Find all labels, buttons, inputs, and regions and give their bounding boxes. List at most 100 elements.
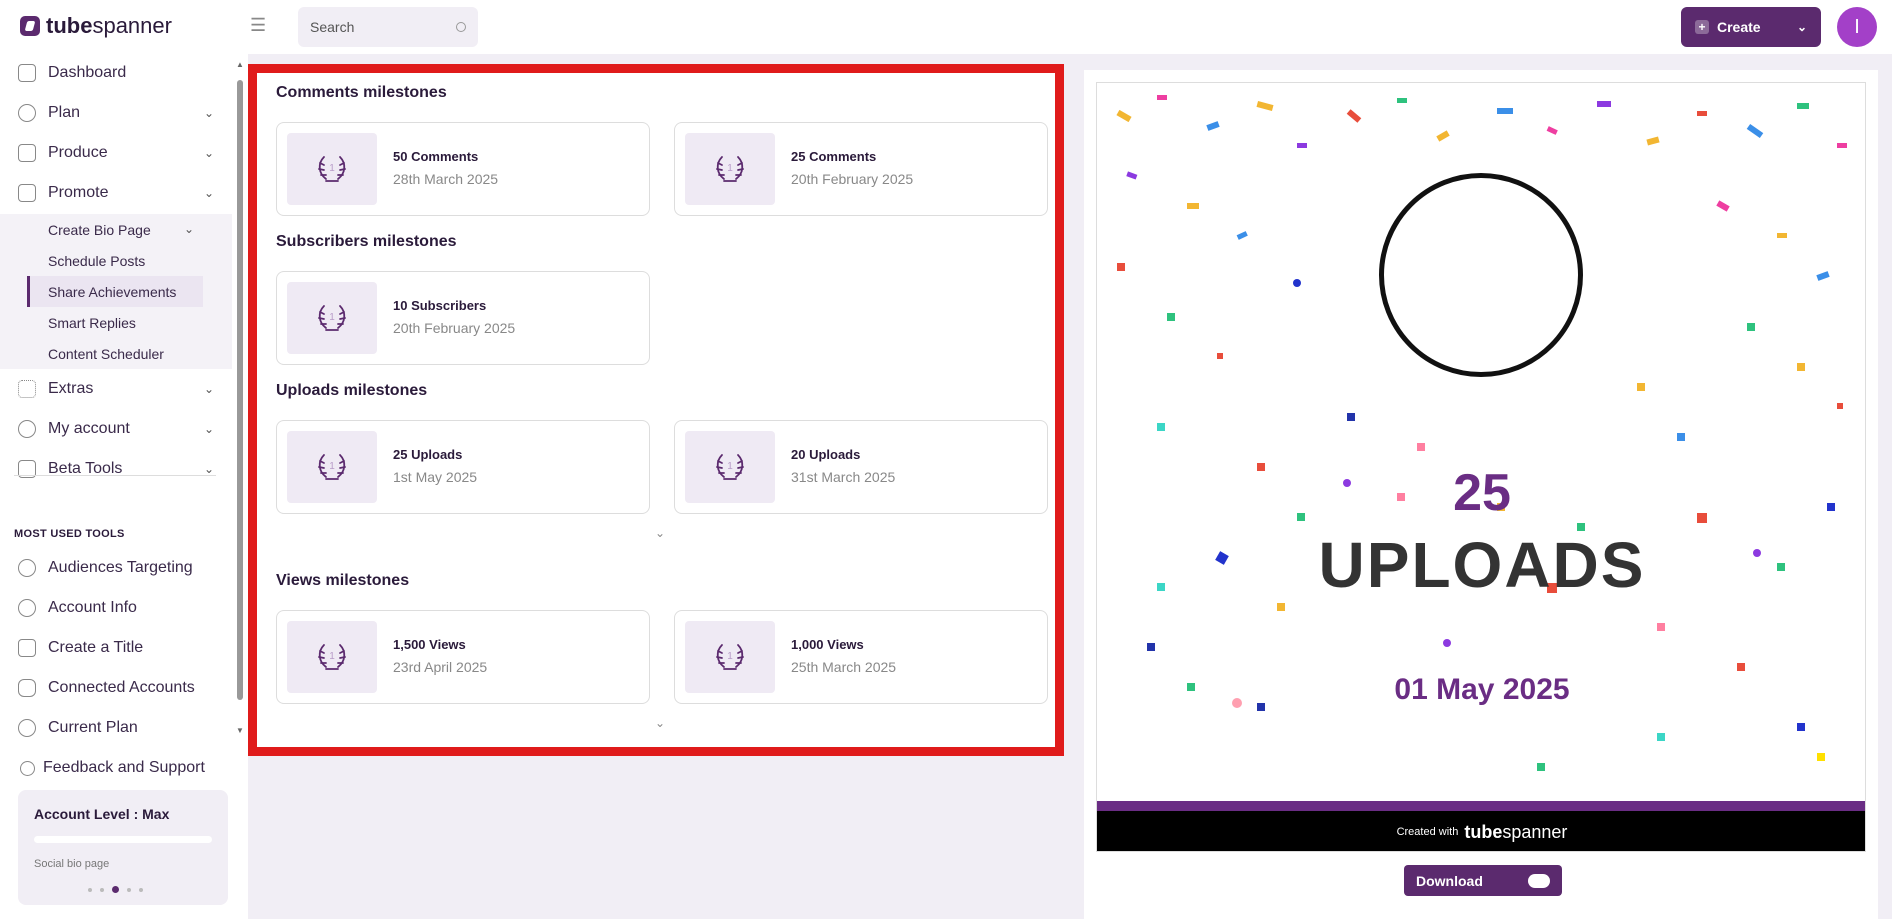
lightbulb-icon: [18, 104, 36, 122]
tool-label: Current Plan: [48, 719, 138, 736]
svg-text:1: 1: [727, 163, 733, 174]
laurel-icon: 1: [318, 644, 346, 670]
chevron-down-icon: ⌄: [203, 146, 214, 160]
svg-text:1: 1: [727, 651, 733, 662]
create-button[interactable]: + Create ⌄: [1681, 7, 1821, 47]
sidebar-item-share-achievements[interactable]: Share Achievements: [48, 284, 176, 300]
expand-chevron-icon[interactable]: ⌄: [655, 716, 665, 730]
milestone-thumbnail: 1: [685, 133, 775, 205]
sidebar: Dashboard Plan ⌄ Produce ⌄ Promote ⌄ Cre…: [0, 54, 232, 919]
carousel-dot[interactable]: [127, 887, 131, 892]
account-level-bar: [34, 836, 212, 843]
search-input[interactable]: Search: [298, 7, 478, 47]
logo-text: spanner: [92, 13, 172, 38]
tools-icon: [18, 144, 36, 162]
divider: [14, 475, 216, 476]
scroll-up-icon[interactable]: ▲: [236, 60, 244, 69]
cloud-download-icon: [1528, 873, 1550, 888]
sidebar-item-label: Extras: [48, 380, 94, 397]
sidebar-item-smart-replies[interactable]: Smart Replies: [48, 315, 136, 331]
avatar[interactable]: I: [1837, 7, 1877, 47]
tool-label: Feedback and Support: [43, 759, 205, 776]
comments-milestones-title: Comments milestones: [276, 84, 447, 101]
tool-connected-accounts[interactable]: Connected Accounts: [18, 672, 214, 704]
sidebar-item-label: Promote: [48, 184, 109, 201]
download-button[interactable]: Download: [1404, 865, 1562, 896]
tool-audiences-targeting[interactable]: Audiences Targeting: [18, 552, 214, 584]
achievement-preview-image: 25 UPLOADS 01 May 2025 Created with tube…: [1096, 82, 1866, 852]
sidebar-item-create-bio-page[interactable]: Create Bio Page ⌄: [48, 222, 194, 238]
milestone-title: 50 Comments: [393, 149, 479, 164]
youtube-icon: [18, 679, 36, 697]
milestone-card[interactable]: 1 50 Comments 28th March 2025: [276, 122, 650, 216]
milestone-date: 31st March 2025: [791, 469, 896, 485]
sidebar-item-dashboard[interactable]: Dashboard: [18, 57, 214, 89]
sidebar-item-label: My account: [48, 420, 130, 437]
help-icon: [20, 760, 35, 776]
sidebar-item-promote[interactable]: Promote ⌄: [18, 177, 214, 209]
sidebar-item-content-scheduler[interactable]: Content Scheduler: [48, 346, 164, 362]
tubespanner-logo[interactable]: tubespanner: [20, 13, 172, 39]
milestone-date: 25th March 2025: [791, 659, 897, 675]
sidebar-item-schedule-posts[interactable]: Schedule Posts: [48, 253, 145, 269]
tool-label: Create a Title: [48, 639, 144, 656]
milestone-card[interactable]: 1 25 Uploads 1st May 2025: [276, 420, 650, 514]
carousel-dot-active[interactable]: [112, 886, 119, 893]
milestone-card[interactable]: 1 25 Comments 20th February 2025: [674, 122, 1048, 216]
milestone-title: 1,000 Views: [791, 637, 864, 652]
carousel-dot[interactable]: [139, 887, 143, 892]
sidebar-scrollbar[interactable]: ▲ ▼: [236, 60, 244, 735]
preview-footer-strip: [1097, 801, 1865, 811]
svg-text:1: 1: [329, 461, 335, 472]
laurel-icon: 1: [716, 644, 744, 670]
milestone-card[interactable]: 1 10 Subscribers 20th February 2025: [276, 271, 650, 365]
tool-create-a-title[interactable]: Create a Title: [18, 632, 214, 664]
milestone-thumbnail: 1: [287, 133, 377, 205]
tool-feedback-and-support[interactable]: Feedback and Support: [20, 752, 216, 784]
views-milestones-title: Views milestones: [276, 572, 410, 589]
scroll-down-icon[interactable]: ▼: [236, 726, 244, 735]
preview-brand-logo: tubespanner: [1464, 822, 1567, 843]
top-bar: tubespanner ☰ Search + Create ⌄ I: [0, 0, 1892, 54]
create-button-label: Create: [1717, 19, 1761, 35]
milestone-card[interactable]: 1 1,500 Views 23rd April 2025: [276, 610, 650, 704]
download-button-label: Download: [1416, 872, 1483, 889]
milestone-title: 25 Comments: [791, 149, 877, 164]
sidebar-item-label: Produce: [48, 144, 108, 161]
sidebar-item-beta-tools[interactable]: Beta Tools ⌄: [18, 453, 214, 485]
target-icon: [18, 559, 36, 577]
brand-bold: tube: [1464, 821, 1503, 842]
sidebar-item-produce[interactable]: Produce ⌄: [18, 137, 214, 169]
account-level-card[interactable]: Account Level : Max Social bio page: [18, 790, 228, 905]
heading-icon: [18, 639, 36, 657]
milestone-title: 10 Subscribers: [393, 298, 487, 313]
svg-text:1: 1: [329, 651, 335, 662]
carousel-dots[interactable]: [88, 886, 143, 893]
carousel-dot[interactable]: [100, 887, 104, 892]
scrollbar-thumb[interactable]: [237, 80, 243, 700]
user-icon: [18, 420, 36, 438]
search-placeholder: Search: [310, 19, 355, 35]
chevron-up-icon: ⌄: [203, 186, 214, 200]
carousel-dot[interactable]: [88, 887, 92, 892]
sidebar-item-my-account[interactable]: My account ⌄: [18, 413, 214, 445]
tool-account-info[interactable]: Account Info: [18, 592, 214, 624]
hamburger-menu-icon[interactable]: ☰: [250, 16, 268, 34]
uploads-milestones-title: Uploads milestones: [276, 382, 428, 399]
expand-chevron-icon[interactable]: ⌄: [655, 526, 665, 540]
milestone-date: 1st May 2025: [393, 469, 478, 485]
sidebar-item-plan[interactable]: Plan ⌄: [18, 97, 214, 129]
user-icon: [18, 719, 36, 737]
most-used-heading: MOST USED TOOLS: [14, 528, 125, 540]
tool-current-plan[interactable]: Current Plan: [18, 712, 214, 744]
milestone-card[interactable]: 1 1,000 Views 25th March 2025: [674, 610, 1048, 704]
home-icon: [18, 64, 36, 82]
preview-milestone-label: UPLOADS: [1318, 529, 1646, 601]
milestone-date: 23rd April 2025: [393, 659, 488, 675]
laurel-icon: 1: [716, 156, 744, 182]
logo-mark-icon: [20, 16, 40, 36]
milestone-card[interactable]: 1 20 Uploads 31st March 2025: [674, 420, 1048, 514]
sidebar-item-extras[interactable]: Extras ⌄: [18, 373, 214, 405]
milestone-date: 28th March 2025: [393, 171, 499, 187]
milestone-thumbnail: 1: [685, 621, 775, 693]
